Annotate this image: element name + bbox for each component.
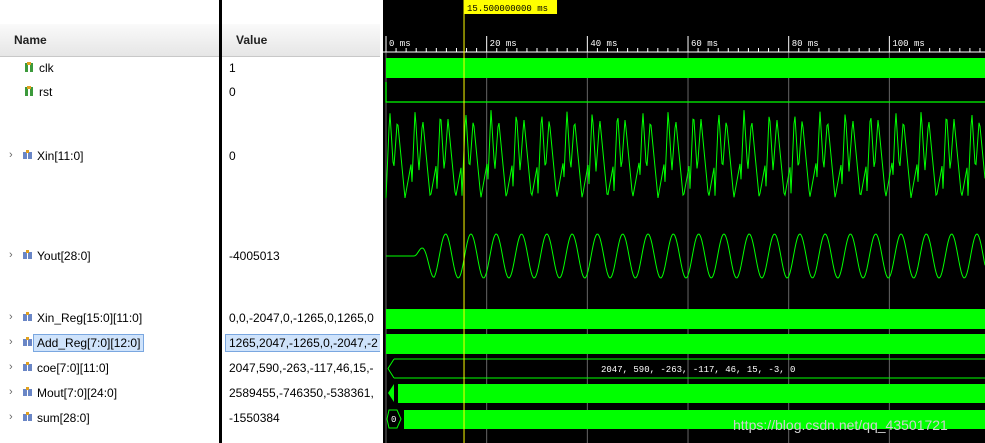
signal-value: 2047,590,-263,-117,46,15,- xyxy=(229,361,374,375)
ruler-tick-label: 100 ms xyxy=(892,39,924,49)
signal-name: coe[7:0][11:0] xyxy=(37,361,109,375)
value-row[interactable]: 0 xyxy=(222,146,380,166)
value-row[interactable]: -4005013 xyxy=(222,246,380,266)
bit-signal-icon xyxy=(24,86,35,97)
value-row[interactable]: 1265,2047,-1265,0,-2047,-2 xyxy=(222,333,380,353)
value-row[interactable]: -1550384 xyxy=(222,408,380,428)
signal-row[interactable]: › Mout[7:0][24:0] xyxy=(0,383,219,403)
name-column-header[interactable]: Name xyxy=(0,24,219,57)
signal-row[interactable]: › Xin[11:0] xyxy=(0,146,219,166)
signal-value: 1 xyxy=(229,61,236,75)
bus-signal-icon xyxy=(22,150,33,161)
ruler-tick-label: 80 ms xyxy=(792,39,819,49)
bus-signal-icon xyxy=(22,387,33,398)
sum-bus-value: 0 xyxy=(391,415,396,425)
value-header-label: Value xyxy=(236,33,268,47)
cursor-label: 15.500000000 ms xyxy=(467,4,548,14)
signal-name: Mout[7:0][24:0] xyxy=(37,386,118,400)
signal-name: rst xyxy=(39,85,53,99)
signal-row[interactable]: rst xyxy=(0,82,219,102)
signal-row[interactable]: › coe[7:0][11:0] xyxy=(0,358,219,378)
ruler-tick-label: 60 ms xyxy=(691,39,718,49)
value-column-header[interactable]: Value xyxy=(222,24,380,57)
signal-value: 0 xyxy=(229,149,236,163)
mout-trace-start xyxy=(388,384,394,402)
expand-chevron-icon[interactable]: › xyxy=(9,411,13,423)
coe-bus-value: 2047, 590, -263, -117, 46, 15, -3, 0 xyxy=(601,365,795,375)
expand-chevron-icon[interactable]: › xyxy=(9,336,13,348)
signal-row[interactable]: › Yout[28:0] xyxy=(0,246,219,266)
ruler-tick-label: 20 ms xyxy=(490,39,517,49)
xin-trace xyxy=(385,110,985,199)
expand-chevron-icon[interactable]: › xyxy=(9,311,13,323)
time-ruler: 0 ms 20 ms 40 ms 60 ms 80 ms 100 ms xyxy=(383,36,985,53)
signal-row[interactable]: clk xyxy=(0,58,219,78)
expand-chevron-icon[interactable]: › xyxy=(9,361,13,373)
signal-name: clk xyxy=(39,61,54,75)
bus-signal-icon xyxy=(22,337,33,348)
signal-name: Yout[28:0] xyxy=(37,249,91,263)
value-row[interactable]: 0 xyxy=(222,82,380,102)
signal-name: sum[28:0] xyxy=(37,411,90,425)
bus-signal-icon xyxy=(22,362,33,373)
waveform-canvas[interactable]: 0 ms 20 ms 40 ms 60 ms 80 ms 100 ms 2047, 590… xyxy=(383,0,985,443)
bus-signal-icon xyxy=(22,312,33,323)
expand-chevron-icon[interactable]: › xyxy=(9,149,13,161)
bit-signal-icon xyxy=(24,62,35,73)
signal-value: -4005013 xyxy=(229,249,280,263)
signal-traces: 2047, 590, -263, -117, 46, 15, -3, 0 0 xyxy=(385,58,985,429)
value-row[interactable]: 2589455,-746350,-538361, xyxy=(222,383,380,403)
signal-value: 2589455,-746350,-538361, xyxy=(229,386,374,400)
rst-trace xyxy=(385,82,985,103)
name-panel: Name clk rst › Xin[11:0] › Yout[28:0] › Xin_Reg… xyxy=(0,0,219,443)
signal-name: Add_Reg[7:0][12:0] xyxy=(33,334,145,352)
watermark: https://blog.csdn.net/qq_43501721 xyxy=(733,417,948,433)
signal-value: -1550384 xyxy=(229,411,280,425)
value-row[interactable]: 0,0,-2047,0,-1265,0,1265,0 xyxy=(222,308,380,328)
expand-chevron-icon[interactable]: › xyxy=(9,249,13,261)
signal-name: Xin_Reg[15:0][11:0] xyxy=(37,311,143,325)
signal-row[interactable]: › Xin_Reg[15:0][11:0] xyxy=(0,308,219,328)
signal-value: 0 xyxy=(229,85,236,99)
xin-reg-trace xyxy=(386,309,985,329)
value-row[interactable]: 1 xyxy=(222,58,380,78)
bus-signal-icon xyxy=(22,250,33,261)
value-panel: Value 1 0 0 -4005013 0,0,-2047,0,-1265,0,126… xyxy=(222,0,380,443)
value-row[interactable]: 2047,590,-263,-117,46,15,- xyxy=(222,358,380,378)
signal-name: Xin[11:0] xyxy=(37,149,84,163)
signal-row[interactable]: › Add_Reg[7:0][12:0] xyxy=(0,333,219,353)
ruler-tick-label: 0 ms xyxy=(389,39,411,49)
clk-trace xyxy=(386,58,985,78)
expand-chevron-icon[interactable]: › xyxy=(9,386,13,398)
mout-trace xyxy=(398,384,985,403)
add-reg-trace xyxy=(386,334,985,354)
name-header-label: Name xyxy=(14,33,47,47)
signal-value: 1265,2047,-1265,0,-2047,-2 xyxy=(225,334,380,352)
yout-trace xyxy=(386,233,985,279)
signal-value: 0,0,-2047,0,-1265,0,1265,0 xyxy=(229,311,374,325)
signal-row[interactable]: › sum[28:0] xyxy=(0,408,219,428)
bus-signal-icon xyxy=(22,412,33,423)
ruler-tick-label: 40 ms xyxy=(590,39,617,49)
